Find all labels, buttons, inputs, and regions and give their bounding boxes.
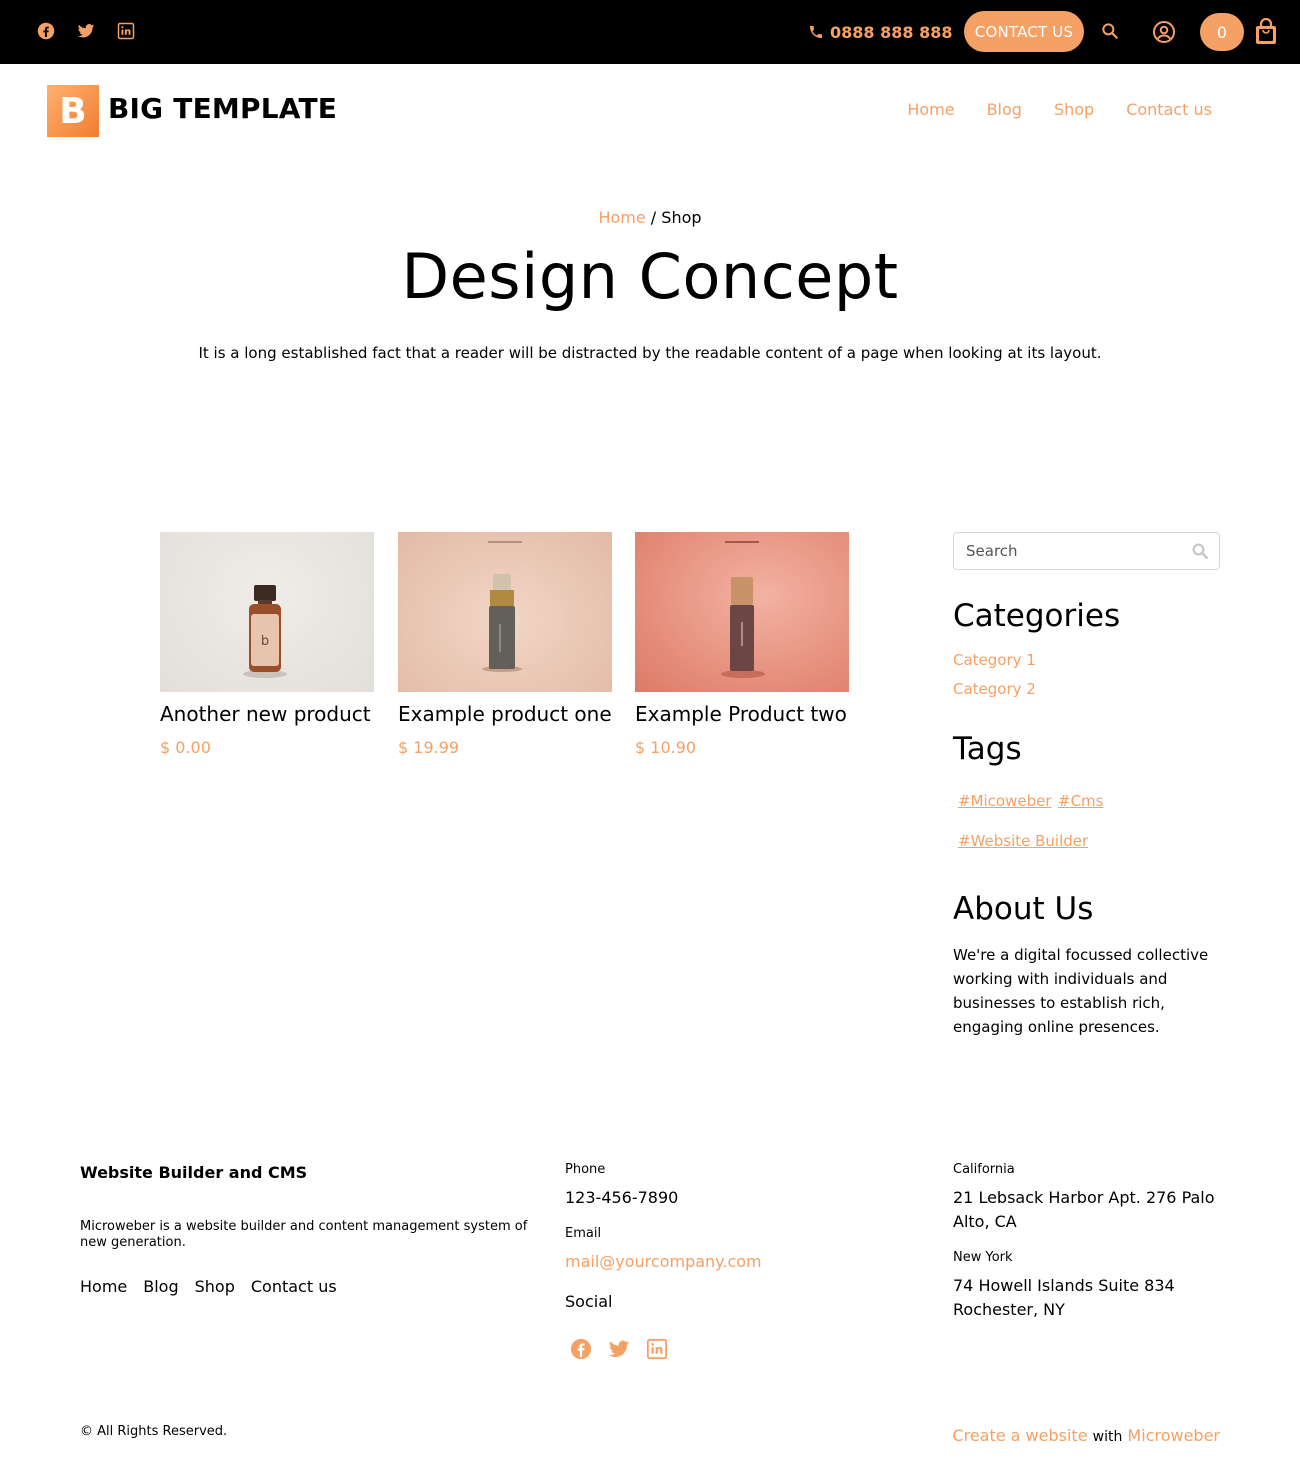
categories-heading: Categories <box>953 598 1121 634</box>
phone-icon <box>808 24 824 40</box>
facebook-icon[interactable] <box>570 1338 592 1360</box>
footer-email[interactable]: mail@yourcompany.com <box>565 1250 762 1274</box>
sidebar-search <box>953 532 1220 570</box>
phone-number: 0888 888 888 <box>830 22 953 42</box>
tag-link[interactable]: #Micoweber <box>958 792 1052 810</box>
product-price: $ 0.00 <box>160 738 211 757</box>
contact-us-button[interactable]: CONTACT US <box>964 11 1084 52</box>
email-label: Email <box>565 1226 602 1241</box>
microweber-link[interactable]: Microweber <box>1127 1426 1220 1445</box>
product-name[interactable]: Example Product two <box>635 702 849 726</box>
product-card[interactable]: b Another new product $ 0.00 <box>160 532 374 757</box>
top-social-links <box>37 22 135 40</box>
footer-social-links <box>570 1338 668 1360</box>
cart-count-badge[interactable]: 0 <box>1200 13 1244 51</box>
twitter-icon[interactable] <box>608 1338 630 1360</box>
main-nav: Home Blog Shop Contact us <box>907 100 1212 119</box>
linkedin-icon[interactable] <box>646 1338 668 1360</box>
top-phone-link[interactable]: 0888 888 888 <box>808 20 952 44</box>
tag-link[interactable]: #Website Builder <box>958 832 1088 850</box>
footer-credit: Create a website with Microweber <box>952 1426 1220 1445</box>
product-card[interactable]: Example Product two $ 10.90 <box>635 532 849 757</box>
footer-title: Website Builder and CMS <box>80 1163 308 1182</box>
product-name[interactable]: Example product one <box>398 702 612 726</box>
social-label: Social <box>565 1292 613 1311</box>
footer-nav-contact-us[interactable]: Contact us <box>251 1277 337 1296</box>
product-name[interactable]: Another new product <box>160 702 374 726</box>
category-link[interactable]: Category 2 <box>953 680 1036 698</box>
product-image[interactable] <box>635 532 849 692</box>
product-price: $ 19.99 <box>398 738 460 757</box>
nav-contact-us[interactable]: Contact us <box>1126 100 1212 119</box>
footer-nav-shop[interactable]: Shop <box>195 1277 235 1296</box>
breadcrumb: Home / Shop <box>0 208 1300 227</box>
footer-nav-home[interactable]: Home <box>80 1277 127 1296</box>
credit-with: with <box>1092 1429 1123 1445</box>
search-icon[interactable] <box>1100 21 1120 41</box>
breadcrumb-current: Shop <box>661 208 702 227</box>
nav-blog[interactable]: Blog <box>987 100 1022 119</box>
footer-phone[interactable]: 123-456-7890 <box>565 1186 678 1210</box>
tag-link[interactable]: #Cms <box>1058 792 1103 810</box>
about-heading: About Us <box>953 891 1094 927</box>
footer-nav: Home Blog Shop Contact us <box>80 1277 337 1296</box>
product-card[interactable]: Example product one $ 19.99 <box>398 532 612 757</box>
logo-text[interactable]: BIG TEMPLATE <box>108 92 337 125</box>
phone-label: Phone <box>565 1162 606 1177</box>
footer-description: Microweber is a website builder and cont… <box>80 1219 528 1250</box>
top-bar: 0888 888 888 CONTACT US 0 <box>0 0 1300 64</box>
svg-text:b: b <box>261 634 269 649</box>
nav-shop[interactable]: Shop <box>1054 100 1094 119</box>
category-link[interactable]: Category 1 <box>953 651 1036 669</box>
search-input[interactable] <box>954 533 1174 569</box>
linkedin-icon[interactable] <box>117 22 135 40</box>
logo-mark[interactable]: B <box>47 85 99 137</box>
hero-description: It is a long established fact that a rea… <box>198 344 1102 362</box>
product-image[interactable] <box>398 532 612 692</box>
breadcrumb-home[interactable]: Home <box>598 208 645 227</box>
california-label: California <box>953 1162 1015 1177</box>
about-text: We're a digital focussed collective work… <box>953 946 1209 1036</box>
newyork-address: 74 Howell Islands Suite 834 Rochester, N… <box>953 1276 1175 1319</box>
product-price: $ 10.90 <box>635 738 697 757</box>
tags-heading: Tags <box>953 731 1022 767</box>
product-image[interactable]: b <box>160 532 374 692</box>
search-icon[interactable] <box>1191 542 1209 560</box>
breadcrumb-separator: / <box>650 208 657 227</box>
account-icon[interactable] <box>1152 20 1176 44</box>
twitter-icon[interactable] <box>77 22 95 40</box>
newyork-label: New York <box>953 1250 1013 1265</box>
footer-nav-blog[interactable]: Blog <box>143 1277 178 1296</box>
page-title: Design Concept <box>401 240 899 313</box>
nav-home[interactable]: Home <box>907 100 954 119</box>
copyright: © All Rights Reserved. <box>80 1424 228 1439</box>
shopping-bag-icon[interactable] <box>1254 17 1278 46</box>
california-address: 21 Lebsack Harbor Apt. 276 Palo Alto, CA <box>953 1188 1215 1231</box>
create-website-link[interactable]: Create a website <box>952 1426 1087 1445</box>
facebook-icon[interactable] <box>37 22 55 40</box>
